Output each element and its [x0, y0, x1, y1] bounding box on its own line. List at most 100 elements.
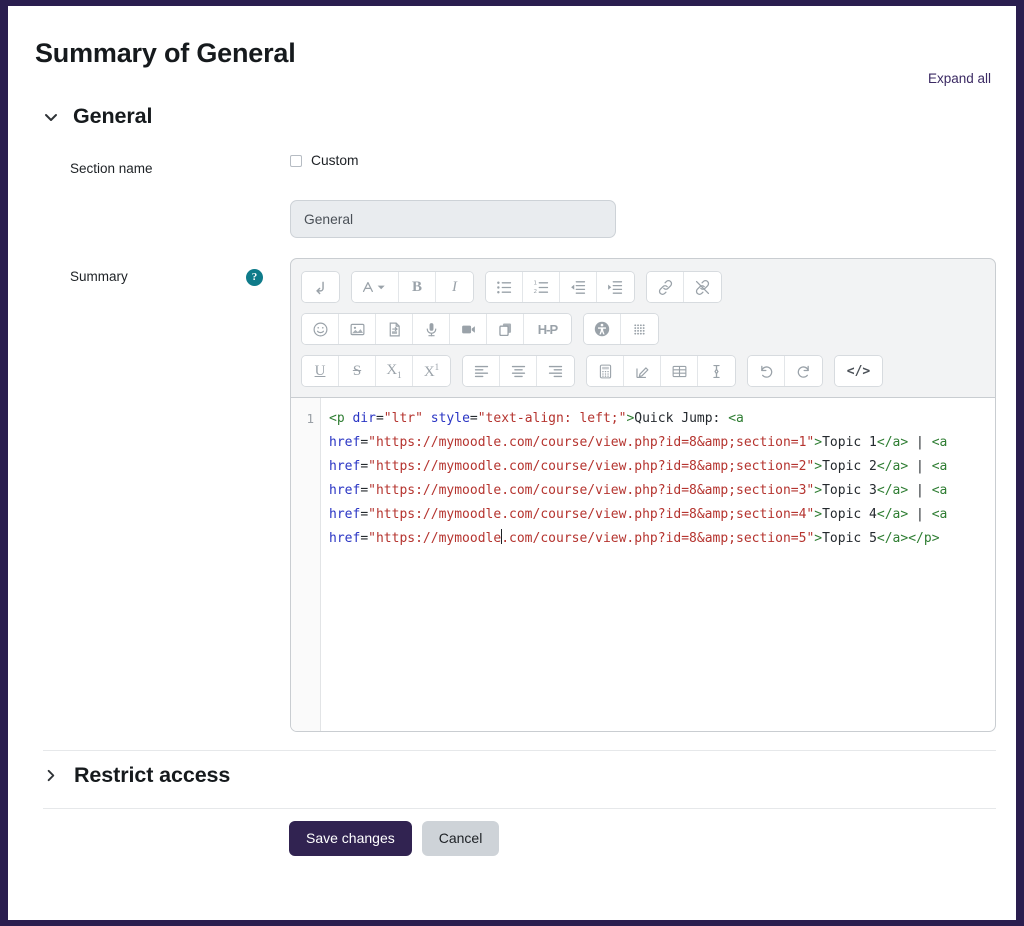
- bulleted-list-icon[interactable]: [486, 272, 523, 302]
- code-token: "https://mymoodle.com/course/view.php?id…: [368, 459, 815, 474]
- line-number-gutter: 1: [291, 398, 321, 731]
- toolbar-group-textstyle: U S X1 X1: [301, 355, 451, 387]
- code-token: Topic 3: [822, 483, 877, 498]
- unlink-icon[interactable]: [684, 272, 721, 302]
- link-icon[interactable]: [647, 272, 684, 302]
- page-title: Summary of General: [35, 38, 296, 69]
- save-changes-button[interactable]: Save changes: [289, 821, 412, 856]
- page-frame: Summary of General Expand all General Se…: [8, 6, 1016, 920]
- undo-icon[interactable]: [748, 356, 785, 386]
- italic-icon[interactable]: I: [436, 272, 473, 302]
- code-token: href: [329, 531, 361, 546]
- underline-icon[interactable]: U: [302, 356, 339, 386]
- code-token: >: [814, 531, 823, 546]
- toolbar-group-linebreak: [301, 271, 340, 303]
- video-camera-icon[interactable]: [450, 314, 487, 344]
- code-token: =: [375, 411, 384, 426]
- html-source-editor[interactable]: 1 <p dir="ltr" style="text-align: left;"…: [290, 398, 996, 732]
- code-token: Topic 4: [822, 507, 877, 522]
- microphone-icon[interactable]: [413, 314, 450, 344]
- code-token: Topic 2: [822, 459, 877, 474]
- code-content[interactable]: <p dir="ltr" style="text-align: left;">Q…: [321, 398, 995, 731]
- indent-icon[interactable]: [597, 272, 634, 302]
- font-style-dropdown-icon[interactable]: [352, 272, 399, 302]
- code-token: "https://mymoodle.com/course/view.php?id…: [368, 435, 815, 450]
- code-token: <a: [931, 507, 948, 522]
- code-token: "https://mymoodle: [368, 531, 502, 546]
- section-header-general[interactable]: General: [43, 104, 152, 129]
- question-mark-icon[interactable]: ?: [246, 269, 263, 286]
- custom-checkbox-label[interactable]: Custom: [311, 153, 359, 168]
- code-token: =: [469, 411, 478, 426]
- section-title-general: General: [73, 104, 153, 128]
- code-token: =: [360, 435, 369, 450]
- h5p-icon[interactable]: H-P: [524, 314, 571, 344]
- toolbar-group-source: </>: [834, 355, 883, 387]
- manage-files-icon[interactable]: [487, 314, 524, 344]
- code-token: "https://mymoodle.com/course/view.php?id…: [368, 507, 815, 522]
- media-file-icon[interactable]: [376, 314, 413, 344]
- align-right-icon[interactable]: [537, 356, 574, 386]
- image-icon[interactable]: [339, 314, 376, 344]
- cancel-button[interactable]: Cancel: [421, 821, 500, 856]
- code-token: |: [908, 435, 932, 450]
- toolbar-group-accessibility: [583, 313, 659, 345]
- code-token: >: [814, 459, 823, 474]
- numbered-list-icon[interactable]: 1 2: [523, 272, 560, 302]
- subscript-icon[interactable]: X1: [376, 356, 413, 386]
- toolbar-row-2: H-P: [301, 310, 985, 348]
- chemistry-editor-icon[interactable]: [624, 356, 661, 386]
- custom-checkbox-row[interactable]: Custom: [290, 153, 359, 168]
- svg-text:2: 2: [533, 289, 537, 295]
- line-number: 1: [306, 411, 314, 426]
- code-token: >: [814, 507, 823, 522]
- table-icon[interactable]: [661, 356, 698, 386]
- toolbar-group-link: [646, 271, 722, 303]
- strikethrough-icon[interactable]: S: [339, 356, 376, 386]
- code-token: "https://mymoodle.com/course/view.php?id…: [368, 483, 815, 498]
- accessibility-checker-icon[interactable]: [584, 314, 621, 344]
- align-center-icon[interactable]: [500, 356, 537, 386]
- code-token: style: [430, 411, 470, 426]
- svg-text:1: 1: [533, 280, 537, 286]
- line-break-icon[interactable]: [302, 272, 339, 302]
- code-token: >: [814, 483, 823, 498]
- toolbar-group-style: B I: [351, 271, 474, 303]
- toolbar-group-lists: 1 2: [485, 271, 635, 303]
- section-header-restrict-access[interactable]: Restrict access: [43, 763, 230, 788]
- custom-checkbox[interactable]: [290, 154, 302, 167]
- code-token: |: [908, 459, 932, 474]
- code-token: </a>: [876, 435, 909, 450]
- outdent-icon[interactable]: [560, 272, 597, 302]
- code-token: "text-align: left;": [477, 411, 627, 426]
- section-name-input[interactable]: [290, 200, 616, 238]
- section-title-restrict-access: Restrict access: [74, 763, 231, 787]
- code-token: <a: [931, 459, 948, 474]
- divider-bottom: [43, 808, 996, 809]
- align-left-icon[interactable]: [463, 356, 500, 386]
- code-token: <a: [728, 411, 744, 426]
- code-token: Topic 1: [822, 435, 877, 450]
- code-token: <a: [931, 435, 948, 450]
- html-source-icon[interactable]: </>: [835, 356, 882, 386]
- bold-icon[interactable]: B: [399, 272, 436, 302]
- screenreader-helper-icon[interactable]: [621, 314, 658, 344]
- emoji-icon[interactable]: [302, 314, 339, 344]
- code-token: =: [360, 531, 369, 546]
- toolbar-row-1: B I 1 2: [301, 268, 985, 306]
- superscript-icon[interactable]: X1: [413, 356, 450, 386]
- divider-top: [43, 750, 996, 751]
- code-token: >: [814, 435, 823, 450]
- equation-editor-icon[interactable]: [587, 356, 624, 386]
- code-token: Quick Jump:: [634, 411, 729, 426]
- expand-all-link[interactable]: Expand all: [928, 71, 991, 86]
- code-token: Topic 5: [822, 531, 877, 546]
- redo-icon[interactable]: [785, 356, 822, 386]
- toolbar-group-insert: [586, 355, 736, 387]
- clear-formatting-icon[interactable]: [698, 356, 735, 386]
- code-token: </a>: [876, 483, 909, 498]
